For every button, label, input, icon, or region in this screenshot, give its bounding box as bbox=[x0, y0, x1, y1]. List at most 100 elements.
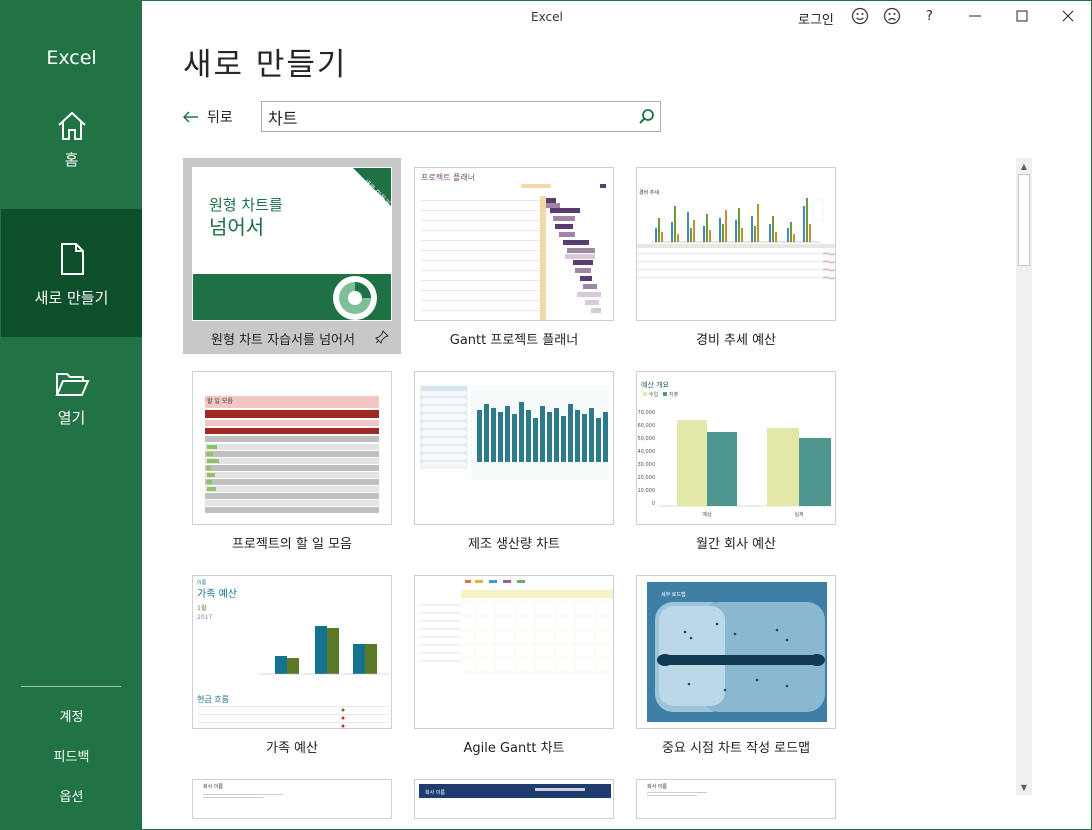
back-arrow-icon bbox=[183, 111, 198, 123]
gantt-thumbnail-graphic: 프로젝트 플래너 bbox=[421, 172, 606, 320]
svg-text:회사 이름: 회사 이름 bbox=[425, 789, 445, 796]
page-title: 새로 만들기 bbox=[183, 47, 348, 83]
svg-text:0: 0 bbox=[652, 501, 655, 507]
template-label: 경비 추세 예산 bbox=[695, 333, 777, 348]
scroll-down-icon[interactable]: ▼ bbox=[1016, 779, 1032, 795]
back-button[interactable]: 뒤로 bbox=[183, 107, 233, 127]
thumb-title: 경비 추세 bbox=[639, 189, 659, 196]
template-thumbnail: 새로 만들기 원형 차트를 넘어서 bbox=[192, 167, 392, 321]
template-tile[interactable]: 제조 생산량 차트 bbox=[405, 362, 623, 558]
template-label: Agile Gantt 차트 bbox=[463, 741, 565, 756]
template-thumbnail bbox=[414, 371, 614, 525]
new-document-icon bbox=[60, 243, 84, 275]
home-icon bbox=[57, 111, 86, 140]
template-tile[interactable]: Agile Gantt 차트 bbox=[405, 566, 623, 762]
thumb-title: 넘어서 bbox=[209, 215, 264, 239]
thumb-title: 가족 예산 bbox=[197, 588, 237, 600]
svg-text:현금 흐름: 현금 흐름 bbox=[197, 695, 229, 704]
template-tile[interactable]: 새로 만들기 원형 차트를 넘어서 원형 차트 자습서를 넘어서 bbox=[183, 158, 401, 354]
app-name: Excel bbox=[46, 47, 97, 69]
template-tile[interactable]: 경비 추세 경비 추세 예산 bbox=[627, 158, 845, 354]
svg-text:1월: 1월 bbox=[197, 604, 206, 612]
svg-text:회사 이름: 회사 이름 bbox=[203, 783, 223, 790]
sidebar-item-home[interactable]: 홈 bbox=[1, 109, 142, 179]
minimize-icon[interactable] bbox=[968, 9, 982, 23]
smile-icon[interactable] bbox=[851, 7, 869, 25]
template-tile[interactable]: 이름 가족 예산 1월 2017 현금 흐름 가족 예산 bbox=[183, 566, 401, 762]
template-thumbnail bbox=[414, 575, 614, 729]
sidebar-item-label: 열기 bbox=[57, 409, 86, 427]
expense-thumbnail-graphic: 경비 추세 bbox=[637, 189, 835, 280]
folder-open-icon bbox=[54, 373, 90, 396]
frown-icon[interactable] bbox=[883, 7, 901, 25]
pin-icon[interactable] bbox=[375, 330, 389, 344]
template-tile[interactable]: 회사 이름 bbox=[183, 770, 401, 819]
template-thumbnail: 회사 이름 bbox=[414, 779, 614, 819]
help-icon[interactable]: ? bbox=[926, 9, 933, 24]
thumb-title: 세부 로드맵 bbox=[661, 591, 686, 598]
scroll-up-icon[interactable]: ▲ bbox=[1016, 158, 1032, 174]
template-label: Gantt 프로젝트 플래너 bbox=[449, 333, 579, 348]
feedback-link[interactable]: 피드백 bbox=[1, 746, 142, 765]
close-icon[interactable] bbox=[1061, 9, 1075, 23]
sidebar-divider bbox=[21, 686, 121, 687]
template-tile[interactable]: 예산 개요 수입 지출 70,000 60,000 50,000 40,000 30,0… bbox=[627, 362, 845, 558]
template-thumbnail: 할 일 모음 bbox=[192, 371, 392, 525]
search-icon[interactable] bbox=[638, 108, 656, 126]
window-title: Excel bbox=[531, 10, 563, 24]
vertical-scrollbar[interactable]: ▲ ▼ bbox=[1016, 158, 1032, 795]
scrollbar-thumb[interactable] bbox=[1018, 174, 1030, 266]
template-label: 월간 회사 예산 bbox=[695, 537, 777, 552]
sidebar-item-new[interactable]: 새로 만들기 bbox=[1, 209, 142, 337]
svg-text:이름: 이름 bbox=[197, 579, 207, 586]
svg-text:실제: 실제 bbox=[794, 511, 804, 518]
account-link[interactable]: 계정 bbox=[1, 706, 142, 725]
svg-text:20,000: 20,000 bbox=[638, 475, 656, 481]
svg-text:예상: 예상 bbox=[702, 511, 712, 518]
template-label: 원형 차트 자습서를 넘어서 bbox=[211, 333, 355, 348]
template-label: 중요 시점 차트 작성 로드맵 bbox=[661, 741, 811, 756]
template-thumbnail: 회사 이름 bbox=[192, 779, 392, 819]
login-button[interactable]: 로그인 bbox=[798, 9, 834, 28]
template-thumbnail: 경비 추세 bbox=[636, 167, 836, 321]
template-tile[interactable]: 회사 이름 bbox=[627, 770, 845, 819]
options-link[interactable]: 옵션 bbox=[1, 786, 142, 805]
thumb-title: 프로젝트 플래너 bbox=[421, 172, 475, 182]
sidebar-item-label: 새로 만들기 bbox=[34, 289, 109, 307]
svg-text:지출: 지출 bbox=[669, 391, 679, 398]
template-thumbnail: 이름 가족 예산 1월 2017 현금 흐름 bbox=[192, 575, 392, 729]
template-label: 제조 생산량 차트 bbox=[468, 537, 560, 552]
template-tile[interactable]: 회사 이름 bbox=[405, 770, 623, 819]
excel-window: Excel 홈 새로 만들기 열기 계정 피드백 옵션 Excel 로그인 ? … bbox=[0, 0, 1092, 830]
svg-text:2017: 2017 bbox=[197, 614, 212, 621]
family-budget-thumbnail-graphic: 이름 가족 예산 1월 2017 현금 흐름 bbox=[197, 579, 389, 728]
svg-text:40,000: 40,000 bbox=[638, 449, 656, 455]
template-label: 프로젝트의 할 일 모음 bbox=[231, 537, 353, 552]
template-thumbnail: 세부 로드맵 bbox=[636, 575, 836, 729]
sidebar-item-label: 홈 bbox=[64, 151, 79, 169]
maximize-icon[interactable] bbox=[1015, 9, 1029, 23]
svg-text:10,000: 10,000 bbox=[638, 488, 656, 494]
manufacturing-thumbnail-graphic bbox=[420, 385, 611, 480]
sidebar-item-open[interactable]: 열기 bbox=[1, 369, 142, 439]
svg-text:70,000: 70,000 bbox=[638, 410, 656, 416]
thumb-title: 원형 차트를 bbox=[209, 196, 283, 214]
svg-text:50,000: 50,000 bbox=[638, 436, 656, 442]
template-tile[interactable]: 세부 로드맵 중요 시점 차트 작성 로드맵 bbox=[627, 566, 845, 762]
budget-thumbnail-graphic: 예산 개요 수입 지출 70,000 60,000 50,000 40,000 30,0… bbox=[638, 380, 833, 518]
search-input[interactable] bbox=[262, 102, 622, 131]
svg-text:30,000: 30,000 bbox=[638, 462, 656, 468]
search-box bbox=[261, 101, 661, 132]
svg-text:회사 이름: 회사 이름 bbox=[647, 783, 667, 790]
back-label: 뒤로 bbox=[207, 110, 233, 126]
template-thumbnail: 프로젝트 플래너 bbox=[414, 167, 614, 321]
agile-gantt-thumbnail-graphic bbox=[419, 580, 613, 676]
template-thumbnail: 예산 개요 수입 지출 70,000 60,000 50,000 40,000 30,0… bbox=[636, 371, 836, 525]
thumb-title: 예산 개요 bbox=[641, 380, 670, 389]
template-tile[interactable]: 프로젝트 플래너 Gantt 프로젝트 플래너 bbox=[405, 158, 623, 354]
sidebar: Excel 홈 새로 만들기 열기 계정 피드백 옵션 bbox=[1, 1, 142, 830]
template-tile[interactable]: 할 일 모음 프로젝트의 할 일 모음 bbox=[183, 362, 401, 558]
roadmap-thumbnail-graphic: 세부 로드맵 bbox=[647, 582, 827, 722]
template-label: 가족 예산 bbox=[266, 741, 318, 756]
template-thumbnail: 회사 이름 bbox=[636, 779, 836, 819]
